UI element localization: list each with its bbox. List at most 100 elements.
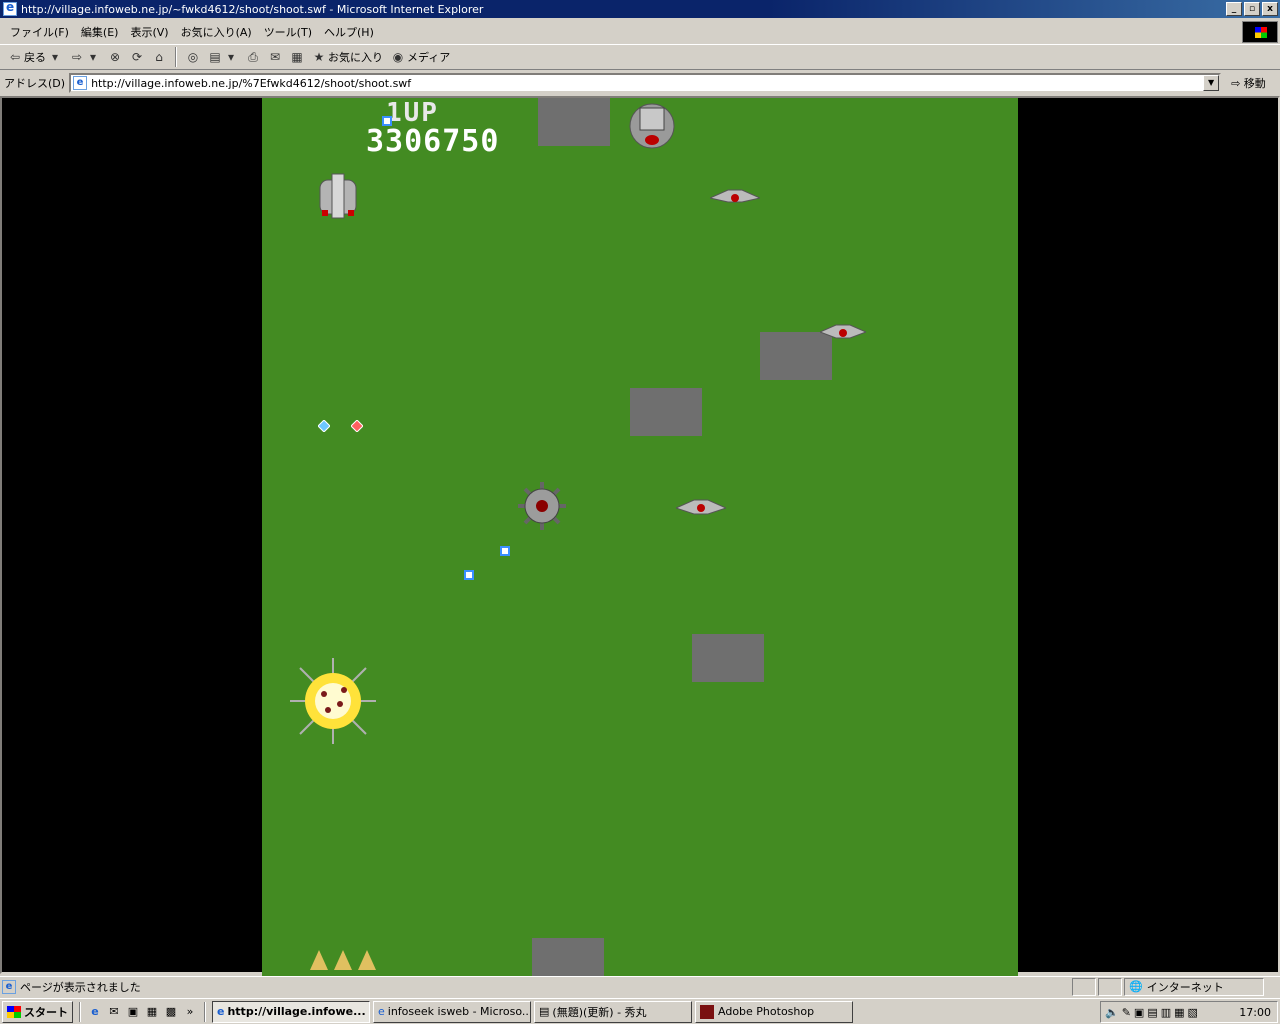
- tray-app-icon[interactable]: ▣: [1134, 1006, 1144, 1019]
- zone-label: インターネット: [1146, 980, 1224, 994]
- life-ship-icon: [310, 950, 328, 970]
- menu-edit[interactable]: 編集(E): [75, 24, 125, 40]
- favorites-button[interactable]: ★ お気に入り: [310, 49, 385, 65]
- ie-quicklaunch-icon[interactable]: e: [87, 1004, 103, 1020]
- app-quicklaunch-icon[interactable]: ▦: [144, 1004, 160, 1020]
- task-label: http://village.infowe...: [227, 1005, 366, 1018]
- taskbar: スタート e ✉ ▣ ▦ ▩ » e http://village.infowe…: [0, 998, 1280, 1024]
- title-bar[interactable]: http://village.infoweb.ne.jp/~fwkd4612/s…: [0, 0, 1280, 18]
- forward-button[interactable]: ⇨ ▾: [68, 50, 102, 64]
- task-photoshop[interactable]: Adobe Photoshop: [695, 1000, 853, 1023]
- task-label: Adobe Photoshop: [718, 1005, 815, 1018]
- media-icon: ◉: [392, 50, 404, 64]
- home-button[interactable]: ⌂: [150, 50, 168, 64]
- mail-button[interactable]: ✉: [266, 50, 284, 64]
- address-input[interactable]: e http://village.infoweb.ne.jp/%7Efwkd46…: [69, 73, 1222, 93]
- print-button[interactable]: ⎙: [244, 50, 262, 64]
- player-shot: [464, 570, 474, 580]
- app-quicklaunch-icon[interactable]: ▩: [163, 1004, 179, 1020]
- menu-tools[interactable]: ツール(T): [258, 24, 318, 40]
- media-button[interactable]: ◉ メディア: [389, 49, 452, 65]
- chevron-down-icon[interactable]: ▾: [86, 50, 100, 64]
- close-button[interactable]: x: [1262, 2, 1278, 16]
- tray-app-icon[interactable]: ✎: [1122, 1006, 1131, 1019]
- tray-app-icon[interactable]: ▧: [1188, 1006, 1198, 1019]
- edit-button[interactable]: ▦: [288, 50, 306, 64]
- more-chevron-icon[interactable]: »: [182, 1004, 198, 1020]
- tray-app-icon[interactable]: ▥: [1161, 1006, 1171, 1019]
- ie-icon: [3, 0, 17, 16]
- minimize-button[interactable]: _: [1226, 2, 1242, 16]
- task-ie-shoot[interactable]: e http://village.infowe...: [212, 1000, 370, 1023]
- tray-app-icon[interactable]: ▤: [1147, 1006, 1157, 1019]
- ground-block: [692, 634, 764, 682]
- task-ie-infoseek[interactable]: e infoseek isweb - Microso...: [373, 1000, 531, 1023]
- menu-bar: ファイル(F) 編集(E) 表示(V) お気に入り(A) ツール(T) ヘルプ(…: [0, 21, 1280, 43]
- blue-bullet: [318, 420, 330, 432]
- photoshop-icon: [700, 1004, 714, 1019]
- print-icon: ⎙: [248, 50, 258, 64]
- maximize-button[interactable]: ▫: [1244, 2, 1260, 16]
- lives-remaining: [310, 950, 376, 970]
- hidemaru-icon: ▤: [539, 1005, 550, 1018]
- score: 3306750: [366, 124, 500, 159]
- chevron-down-icon[interactable]: ▾: [48, 50, 62, 64]
- search-icon: ◎: [187, 50, 199, 64]
- go-arrow-icon: ⇨: [1231, 77, 1241, 90]
- go-label: 移動: [1243, 77, 1266, 90]
- favorites-label: お気に入り: [328, 51, 383, 64]
- desktop-quicklaunch-icon[interactable]: ▣: [125, 1004, 141, 1020]
- clock[interactable]: 17:00: [1239, 1006, 1271, 1019]
- life-ship-icon: [358, 950, 376, 970]
- volume-icon[interactable]: 🔈: [1105, 1006, 1119, 1019]
- player-shot: [500, 546, 510, 556]
- toolbar-separator: [175, 47, 177, 67]
- menu-view[interactable]: 表示(V): [124, 24, 174, 40]
- stop-button[interactable]: ⊗: [106, 50, 124, 64]
- address-url: http://village.infoweb.ne.jp/%7Efwkd4612…: [91, 76, 412, 90]
- network-icon[interactable]: ▦: [1174, 1006, 1184, 1019]
- start-label: スタート: [24, 1005, 68, 1019]
- history-icon: ▤: [209, 50, 221, 64]
- ie-icon: e: [378, 1005, 385, 1018]
- ground-block: [538, 98, 610, 146]
- search-button[interactable]: ◎: [184, 50, 202, 64]
- media-label: メディア: [407, 51, 451, 64]
- status-pane: [1072, 977, 1096, 996]
- forward-arrow-icon: ⇨: [71, 50, 83, 64]
- task-hidemaru[interactable]: ▤ (無題)(更新) - 秀丸: [534, 1000, 692, 1023]
- menu-file[interactable]: ファイル(F): [4, 24, 75, 40]
- history-button[interactable]: ▤ ▾: [206, 50, 240, 64]
- task-label: infoseek isweb - Microso...: [387, 1005, 531, 1018]
- toolbar: ⇦ 戻る ▾ ⇨ ▾ ⊗ ⟳ ⌂ ◎ ▤ ▾ ⎙ ✉ ▦ ★ お気に入り ◉ メデ…: [0, 44, 1280, 70]
- outlook-quicklaunch-icon[interactable]: ✉: [106, 1004, 122, 1020]
- page-icon: e: [73, 76, 88, 90]
- life-ship-icon: [334, 950, 352, 970]
- menu-favorites[interactable]: お気に入り(A): [175, 24, 258, 40]
- flying-enemy: [710, 189, 760, 203]
- ground-block: [532, 938, 604, 976]
- menu-help[interactable]: ヘルプ(H): [318, 24, 380, 40]
- windows-flag-icon: [7, 1005, 21, 1018]
- security-zone[interactable]: 🌐 インターネット: [1124, 977, 1264, 996]
- flash-game-canvas[interactable]: 1UP 3306750: [262, 98, 1018, 976]
- flying-enemy: [676, 499, 726, 515]
- chevron-down-icon[interactable]: ▾: [224, 50, 238, 64]
- favorites-icon: ★: [313, 50, 325, 64]
- page-done-icon: e: [2, 979, 16, 994]
- back-button[interactable]: ⇦ 戻る ▾: [6, 49, 64, 65]
- ground-turret-enemy: [629, 103, 675, 149]
- ie-icon: e: [217, 1005, 225, 1018]
- taskbar-separator: [204, 1001, 206, 1022]
- refresh-button[interactable]: ⟳: [128, 50, 146, 64]
- back-arrow-icon: ⇦: [9, 50, 21, 64]
- mail-icon: ✉: [269, 50, 281, 64]
- chevron-down-icon[interactable]: ▼: [1203, 75, 1220, 91]
- refresh-icon: ⟳: [131, 50, 143, 64]
- browser-window: http://village.infoweb.ne.jp/~fwkd4612/s…: [0, 0, 1280, 1024]
- player-shot: [382, 116, 392, 126]
- go-button[interactable]: ⇨ 移動: [1231, 75, 1266, 91]
- start-button[interactable]: スタート: [2, 1000, 73, 1023]
- window-controls: _ ▫ x: [1226, 2, 1278, 16]
- back-label: 戻る: [24, 51, 46, 64]
